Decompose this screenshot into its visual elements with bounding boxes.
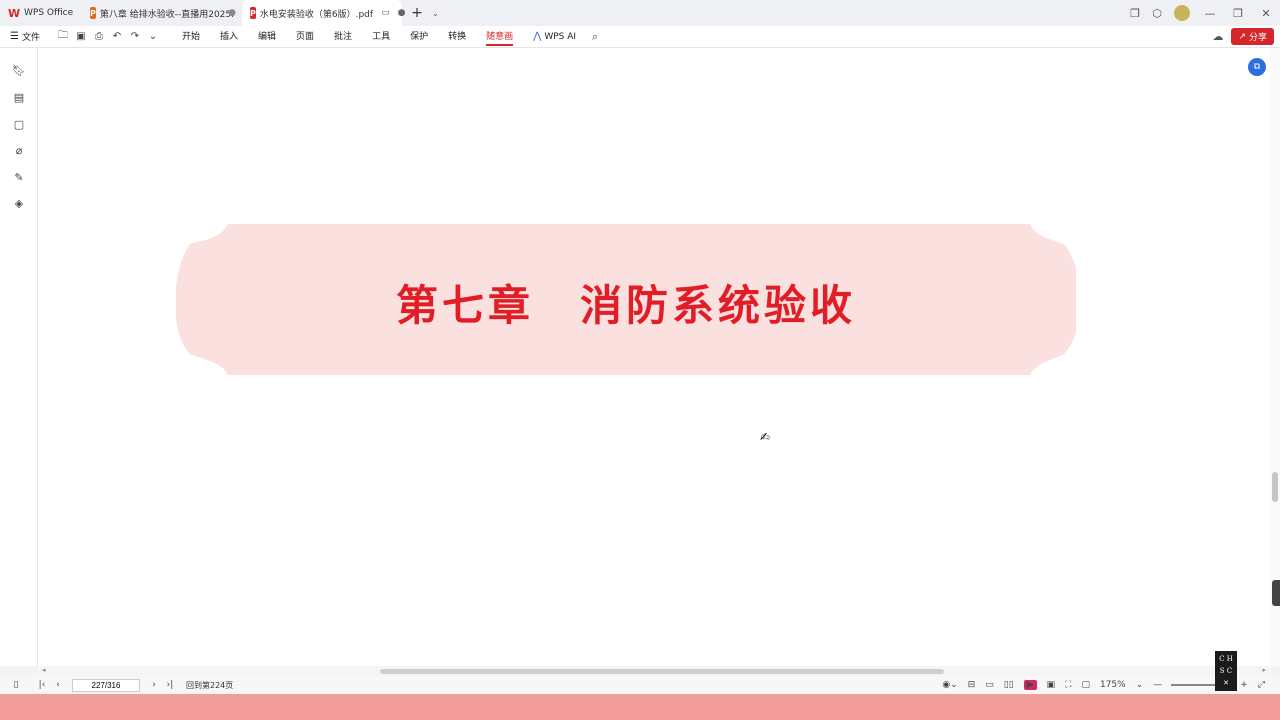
scroll-left-icon[interactable]: ◂ [42, 666, 46, 674]
chsc-logo: C H S C ✕ [1215, 651, 1237, 691]
signature-icon[interactable]: ✎ [12, 171, 26, 185]
ppt-icon: P [90, 7, 96, 19]
undo-icon[interactable]: ↶ [108, 31, 126, 42]
first-page-icon[interactable]: |‹ [34, 680, 50, 690]
tab-insert[interactable]: 插入 [210, 26, 248, 48]
logo-line-2: S C [1219, 667, 1233, 675]
tab-edit[interactable]: 编辑 [248, 26, 286, 48]
logo-emblem-icon: ✕ [1223, 679, 1229, 687]
attachment-icon[interactable]: ⌀ [12, 144, 26, 158]
pen-cursor-icon: ✍ [760, 430, 771, 444]
share-label: 分享 [1248, 33, 1267, 43]
fit-width-icon[interactable]: ▣ [1047, 680, 1056, 690]
wps-logo-icon: W [7, 6, 21, 20]
tab-page[interactable]: 页面 [286, 26, 324, 48]
comment-icon[interactable]: ▢ [12, 118, 26, 132]
bottom-band [0, 694, 1280, 720]
horizontal-scrollbar[interactable]: ◂ ▸ [38, 666, 1270, 676]
more-chevron-icon[interactable]: ⌄ [144, 31, 162, 42]
single-page-icon[interactable]: ▭ [985, 680, 994, 690]
tab-label: 水电安装验收（第6版）.pdf [259, 9, 374, 20]
left-sidebar: 🔖︎ ▤ ▢ ⌀ ✎ ◈ [0, 48, 38, 666]
maximize-icon[interactable]: ❐ [1224, 7, 1252, 20]
eye-mode-icon[interactable]: ◉⌄ [942, 680, 957, 690]
side-panel-grip[interactable] [1272, 580, 1280, 606]
monitor-icon[interactable]: ▭ [381, 8, 390, 18]
tab-pdf-document[interactable]: P 水电安装验收（第6版）.pdf ▭ ● [242, 0, 405, 26]
tab-list-chevron-icon[interactable]: ⌄ [432, 9, 444, 18]
toolbar-right: ☁ ↗ 分享 [1212, 28, 1274, 45]
bookmark-view-icon[interactable]: ▢ [1081, 680, 1090, 690]
zoom-in-icon[interactable]: + [1240, 680, 1248, 690]
tab-comment[interactable]: 批注 [324, 26, 362, 48]
page-number-input[interactable] [72, 678, 140, 692]
chapter-title: 第七章 消防系统验收 [395, 281, 856, 330]
save-icon[interactable]: ▣ [72, 31, 90, 42]
tab-dot-icon[interactable]: ● [228, 8, 236, 18]
tab-free-draw[interactable]: 随意画 [476, 26, 523, 48]
thumbnail-icon[interactable]: ▤ [12, 91, 26, 105]
tab-protect[interactable]: 保护 [400, 26, 438, 48]
fit-page-icon[interactable]: ⛶ [1065, 680, 1071, 690]
fullscreen-icon[interactable]: ⤢ [1258, 680, 1265, 690]
status-bar: ▯ |‹ ‹ › ›| 回到第224页 ◉⌄ ⊟ ▭ ▯▯ ▶ ▣ ⛶ ▢ 17… [0, 676, 1280, 694]
redo-icon[interactable]: ↷ [126, 31, 144, 42]
fit-icon[interactable]: ⊟ [968, 680, 976, 690]
window-controls: ❐ ⬡ — ❐ ✕ [1124, 0, 1280, 26]
last-page-icon[interactable]: ›| [162, 680, 178, 690]
pdf-icon: P [250, 7, 256, 19]
scroll-right-icon[interactable]: ▸ [1262, 666, 1266, 674]
wps-ai-label: WPS AI [544, 31, 577, 42]
cloud-sync-icon[interactable]: ☁ [1212, 30, 1223, 43]
ai-icon: ⋀ [533, 31, 542, 42]
share-button[interactable]: ↗ 分享 [1231, 28, 1274, 45]
layers-icon[interactable]: ◈ [12, 197, 26, 211]
tab-start[interactable]: 开始 [172, 26, 210, 48]
horizontal-scroll-thumb[interactable] [380, 669, 944, 674]
double-page-icon[interactable]: ▯▯ [1004, 680, 1014, 690]
file-menu-label: 文件 [21, 33, 40, 43]
ribbon-toolbar: ☰ 文件 🗀 ▣ ⎙ ↶ ↷ ⌄ 开始 插入 编辑 页面 批注 工具 保护 转换… [0, 26, 1280, 48]
tab-bar: W WPS Office P 第八章 给排水验收--直播用2025. ● P 水… [0, 0, 1280, 26]
ribbon-tabs: 开始 插入 编辑 页面 批注 工具 保护 转换 随意画 [172, 26, 523, 48]
sidebar-toggle-icon[interactable]: ▯ [8, 680, 24, 690]
zoom-value[interactable]: 175% [1100, 680, 1126, 690]
prev-page-icon[interactable]: ‹ [50, 680, 66, 690]
print-icon[interactable]: ⎙ [90, 31, 108, 42]
close-icon[interactable]: ✕ [1252, 7, 1280, 20]
avatar[interactable] [1174, 5, 1190, 21]
file-menu[interactable]: ☰ 文件 [0, 30, 40, 43]
search-icon[interactable]: ⌕ [586, 30, 604, 44]
tab-label: 第八章 给排水验收--直播用2025. [99, 9, 234, 20]
play-icon[interactable]: ▶ [1023, 680, 1037, 690]
zoom-out-icon[interactable]: — [1153, 680, 1162, 690]
minimize-icon[interactable]: — [1196, 7, 1224, 20]
cube-icon[interactable]: ⬡ [1146, 7, 1168, 20]
bookmark-icon[interactable]: 🔖︎ [12, 64, 26, 78]
next-page-icon[interactable]: › [146, 680, 162, 690]
new-tab-plus-icon[interactable]: + [402, 5, 432, 21]
share-icon: ↗ [1238, 31, 1246, 42]
tab-ppt-document[interactable]: P 第八章 给排水验收--直播用2025. ● [82, 0, 242, 26]
wps-ai-button[interactable]: ⋀ WPS AI [523, 31, 586, 42]
open-folder-icon[interactable]: 🗀 [54, 28, 72, 45]
goto-page-link[interactable]: 回到第224页 [186, 680, 233, 691]
tab-label: WPS Office [24, 8, 74, 18]
logo-line-1: C H [1219, 655, 1233, 663]
tab-wps-office[interactable]: W WPS Office [0, 0, 82, 26]
unsaved-dot-icon[interactable]: ● [398, 8, 406, 18]
tab-tools[interactable]: 工具 [362, 26, 400, 48]
floating-tool-icon[interactable]: ⧉ [1248, 58, 1266, 76]
zoom-dropdown-icon[interactable]: ⌄ [1136, 680, 1144, 690]
restore-tabs-icon[interactable]: ❐ [1124, 7, 1146, 20]
tab-convert[interactable]: 转换 [438, 26, 476, 48]
quick-access: 🗀 ▣ ⎙ ↶ ↷ ⌄ [54, 28, 162, 45]
vertical-scrollbar[interactable] [1270, 48, 1280, 666]
hamburger-icon: ☰ [10, 31, 19, 42]
vertical-scroll-thumb[interactable] [1272, 472, 1278, 502]
